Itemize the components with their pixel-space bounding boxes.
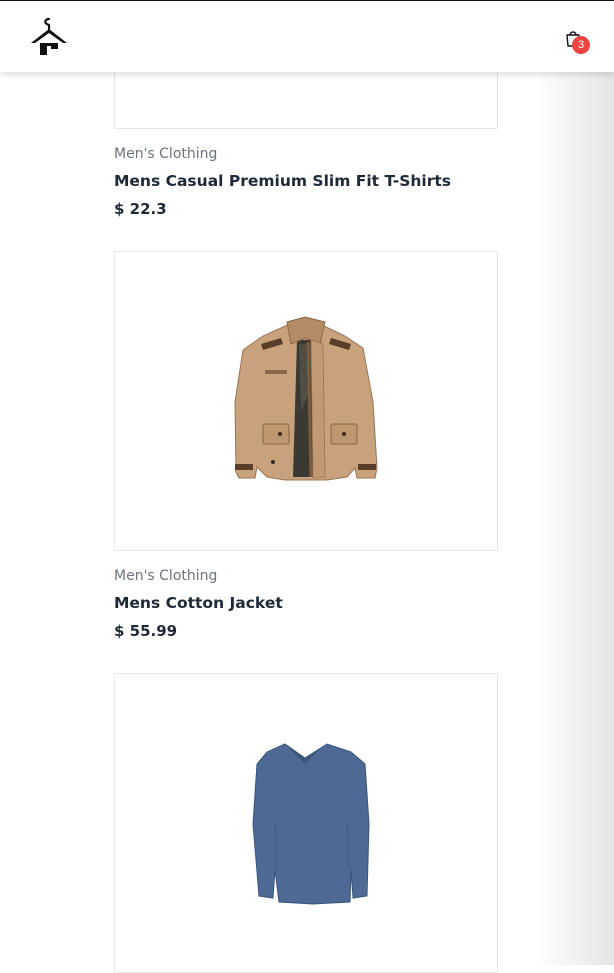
product-category: Men's Clothing xyxy=(114,568,218,584)
cart-count-badge: 3 xyxy=(572,36,590,54)
product-title[interactable]: Mens Cotton Jacket xyxy=(114,594,283,612)
cart-button[interactable]: 3 xyxy=(565,29,590,54)
product-image-box[interactable] xyxy=(114,251,498,551)
product-category: Men's Clothing xyxy=(114,146,218,162)
product-list: Men's Clothing Mens Casual Premium Slim … xyxy=(0,0,614,973)
product-price: $ 22.3 xyxy=(114,200,167,218)
jacket-image xyxy=(234,316,378,481)
long-sleeve-shirt-image xyxy=(252,743,370,905)
hanger-logo-icon[interactable] xyxy=(27,15,71,59)
product-price: $ 55.99 xyxy=(114,622,178,640)
product-image-box[interactable] xyxy=(114,673,498,973)
top-nav-bar: 3 xyxy=(0,0,614,72)
product-title[interactable]: Mens Casual Premium Slim Fit T-Shirts xyxy=(114,172,451,190)
